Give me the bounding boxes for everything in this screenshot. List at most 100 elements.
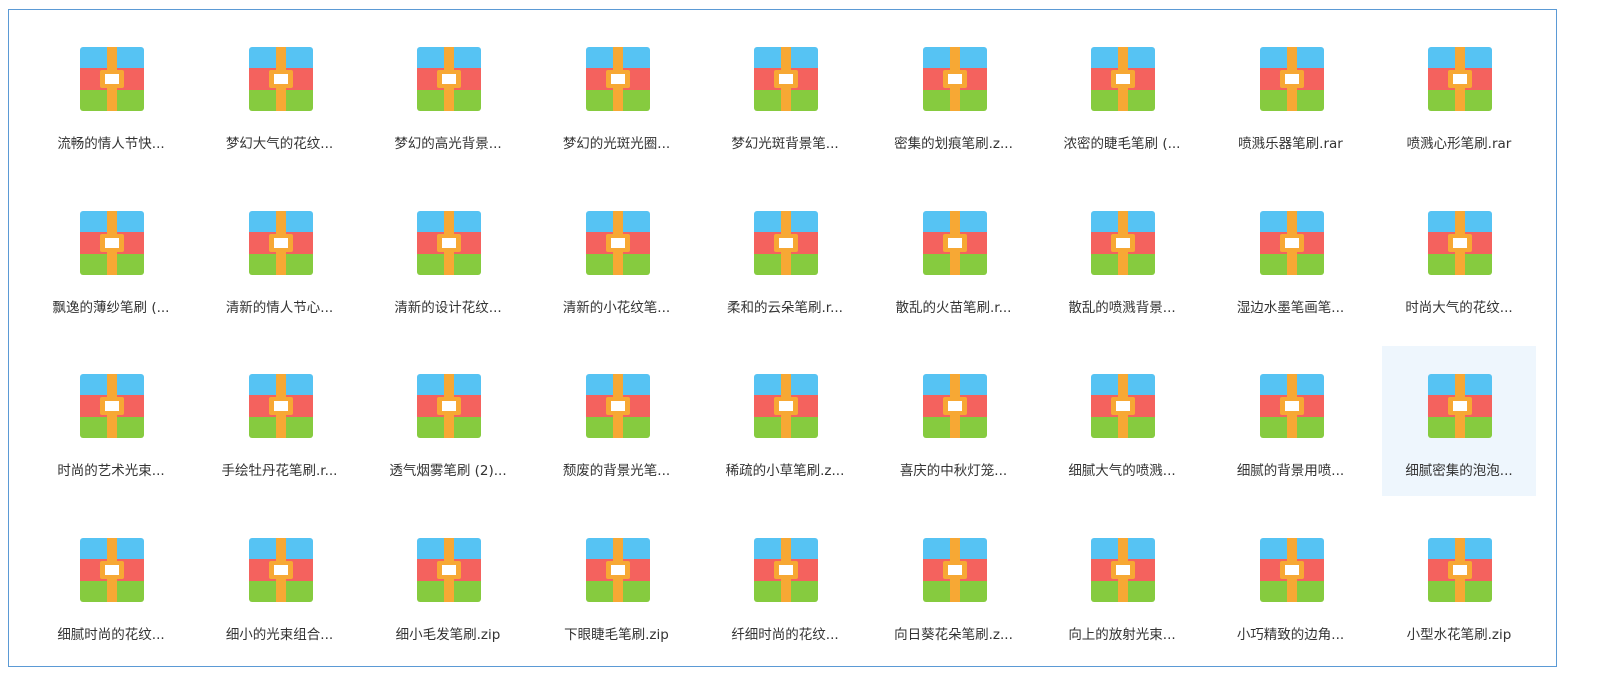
file-item[interactable]: 细小的光束组合... (203, 510, 357, 660)
archive-file-icon (1259, 210, 1324, 275)
file-name: 喷溅心形笔刷.rar (1406, 136, 1512, 152)
file-item[interactable]: 喜庆的中秋灯笼... (877, 346, 1031, 496)
file-item[interactable]: 湿边水墨笔画笔... (1214, 183, 1368, 333)
file-name: 梦幻的光斑光圈... (562, 136, 671, 152)
archive-file-icon (417, 210, 481, 275)
file-name: 梦幻光斑背景笔... (731, 136, 839, 152)
file-item[interactable]: 纤细时尚的花纹... (708, 510, 862, 660)
file-name: 颓废的背景光笔... (562, 463, 671, 479)
file-name: 柔和的云朵笔刷.r... (727, 299, 843, 316)
archive-file-icon (922, 537, 987, 602)
archive-file-icon (1428, 537, 1492, 602)
file-item[interactable]: 细腻密集的泡泡... (1382, 346, 1536, 496)
archive-file-icon (585, 537, 650, 602)
file-grid: 流畅的情人节快... 梦幻大气的花纹... 梦幻的高光背景... 梦幻的光斑光圈… (28, 19, 1545, 673)
file-item[interactable]: 细腻时尚的花纹... (34, 510, 188, 660)
file-name: 时尚的艺术光束... (57, 463, 165, 479)
file-item[interactable]: 向日葵花朵笔刷.z... (877, 510, 1031, 660)
file-item[interactable]: 手绘牡丹花笔刷.r... (203, 346, 357, 496)
archive-file-icon (754, 374, 818, 438)
file-item[interactable]: 向上的放射光束... (1045, 510, 1199, 660)
file-item[interactable]: 稀疏的小草笔刷.z... (708, 346, 862, 496)
file-item[interactable]: 小巧精致的边角... (1214, 510, 1368, 660)
file-item[interactable]: 喷溅乐器笔刷.rar (1214, 19, 1368, 169)
file-name: 流畅的情人节快... (57, 136, 165, 152)
file-name: 清新的设计花纹... (394, 299, 502, 316)
file-name: 小巧精致的边角... (1236, 626, 1345, 643)
archive-file-icon (417, 374, 481, 438)
archive-file-icon (1428, 210, 1492, 275)
file-item[interactable]: 透气烟雾笔刷 (2)... (371, 346, 525, 496)
file-item[interactable]: 清新的小花纹笔... (540, 183, 694, 333)
archive-file-icon (1091, 374, 1155, 438)
file-item[interactable]: 时尚大气的花纹... (1382, 183, 1536, 333)
archive-file-icon (80, 47, 144, 111)
file-item[interactable]: 梦幻的光斑光圈... (540, 19, 694, 169)
file-name: 清新的小花纹笔... (562, 299, 671, 316)
file-item[interactable]: 散乱的喷溅背景... (1045, 183, 1199, 333)
file-name: 透气烟雾笔刷 (2)... (389, 463, 507, 479)
file-name: 稀疏的小草笔刷.z... (725, 463, 845, 479)
file-item[interactable]: 清新的情人节心... (203, 183, 357, 333)
file-item[interactable]: 颓废的背景光笔... (540, 346, 694, 496)
file-name: 密集的划痕笔刷.z... (894, 136, 1013, 152)
file-name: 喷溅乐器笔刷.rar (1238, 136, 1343, 152)
file-name: 小型水花笔刷.zip (1406, 626, 1512, 643)
file-item[interactable]: 梦幻光斑背景笔... (708, 19, 862, 169)
archive-file-icon (248, 537, 313, 602)
archive-file-icon (248, 374, 313, 438)
file-name: 细腻大气的喷溅... (1068, 463, 1176, 479)
file-item[interactable]: 细小毛发笔刷.zip (371, 510, 525, 660)
file-item[interactable]: 梦幻的高光背景... (371, 19, 525, 169)
file-item[interactable]: 密集的划痕笔刷.z... (877, 19, 1031, 169)
archive-file-icon (1091, 210, 1155, 275)
file-item[interactable]: 浓密的睫毛笔刷 (... (1045, 19, 1199, 169)
archive-file-icon (1259, 47, 1324, 111)
file-name: 下眼睫毛笔刷.zip (564, 626, 669, 643)
file-item[interactable]: 细腻大气的喷溅... (1045, 346, 1199, 496)
file-item[interactable]: 散乱的火苗笔刷.r... (877, 183, 1031, 333)
file-item[interactable]: 时尚的艺术光束... (34, 346, 188, 496)
archive-file-icon (585, 374, 650, 438)
archive-file-icon (922, 47, 987, 111)
file-name: 梦幻的高光背景... (394, 136, 502, 152)
file-name: 向日葵花朵笔刷.z... (894, 626, 1013, 643)
archive-file-icon (922, 210, 987, 275)
file-item[interactable]: 飘逸的薄纱笔刷 (... (34, 183, 188, 333)
archive-file-icon (754, 47, 818, 111)
archive-file-icon (1091, 537, 1155, 602)
file-name: 散乱的喷溅背景... (1068, 299, 1176, 316)
file-name: 细腻时尚的花纹... (57, 626, 165, 643)
file-name: 手绘牡丹花笔刷.r... (221, 463, 338, 479)
file-name: 梦幻大气的花纹... (225, 136, 334, 152)
file-item[interactable]: 小型水花笔刷.zip (1382, 510, 1536, 660)
archive-file-icon (1428, 47, 1492, 111)
file-name: 散乱的火苗笔刷.r... (895, 299, 1012, 316)
file-item[interactable]: 流畅的情人节快... (34, 19, 188, 169)
file-name: 时尚大气的花纹... (1405, 299, 1513, 316)
archive-file-icon (1259, 537, 1324, 602)
archive-file-icon (1259, 374, 1324, 438)
archive-file-icon (1428, 374, 1492, 438)
archive-file-icon (754, 210, 818, 275)
file-name: 湿边水墨笔画笔... (1236, 299, 1345, 316)
file-item[interactable]: 喷溅心形笔刷.rar (1382, 19, 1536, 169)
file-item[interactable]: 柔和的云朵笔刷.r... (708, 183, 862, 333)
archive-file-icon (585, 210, 650, 275)
archive-file-icon (80, 374, 144, 438)
file-name: 细小的光束组合... (225, 626, 334, 643)
archive-file-icon (754, 537, 818, 602)
file-name: 向上的放射光束... (1068, 626, 1176, 643)
archive-file-icon (1091, 47, 1155, 111)
archive-file-icon (922, 374, 987, 438)
file-item[interactable]: 下眼睫毛笔刷.zip (540, 510, 694, 660)
archive-file-icon (248, 47, 313, 111)
file-name: 细腻的背景用喷... (1236, 463, 1345, 479)
file-item[interactable]: 细腻的背景用喷... (1214, 346, 1368, 496)
file-name: 浓密的睫毛笔刷 (... (1063, 136, 1181, 152)
file-item[interactable]: 清新的设计花纹... (371, 183, 525, 333)
file-name: 细腻密集的泡泡... (1405, 463, 1513, 479)
file-item[interactable]: 梦幻大气的花纹... (203, 19, 357, 169)
archive-file-icon (80, 210, 144, 275)
archive-file-icon (417, 47, 481, 111)
